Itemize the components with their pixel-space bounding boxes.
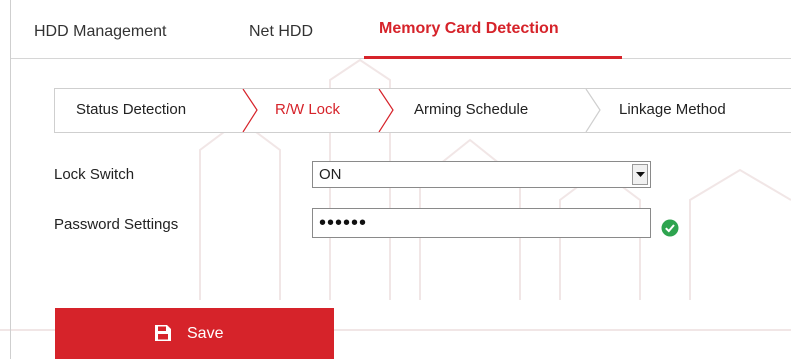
password-field[interactable]: •••••• [312, 208, 651, 238]
subtab-rw-lock[interactable]: R/W Lock [275, 101, 340, 118]
subtab-linkage-method[interactable]: Linkage Method [619, 101, 726, 118]
floppy-disk-icon [155, 325, 171, 341]
tab-net-hdd[interactable]: Net HDD [249, 23, 313, 41]
sub-tab-bar: Status Detection R/W Lock Arming Schedul… [54, 88, 791, 133]
save-button-label: Save [187, 325, 224, 342]
tab-separator [585, 89, 601, 132]
subtab-arming-schedule[interactable]: Arming Schedule [414, 101, 528, 118]
main-tab-bar: HDD Management Net HDD Memory Card Detec… [11, 0, 791, 59]
password-settings-label: Password Settings [54, 216, 179, 233]
lock-switch-select[interactable]: ON [312, 161, 651, 188]
subtab-status-detection[interactable]: Status Detection [76, 101, 186, 118]
password-masked-value: •••••• [319, 212, 368, 234]
tab-separator-active-left [242, 89, 258, 132]
check-circle-icon [661, 219, 679, 237]
settings-panel: HDD Management Net HDD Memory Card Detec… [10, 0, 791, 359]
tab-separator-active-right [378, 89, 394, 132]
active-tab-indicator [364, 56, 622, 59]
save-button[interactable]: Save [55, 308, 334, 359]
lock-switch-label: Lock Switch [54, 166, 135, 183]
tab-hdd-management[interactable]: HDD Management [34, 23, 167, 41]
dropdown-arrow-button[interactable] [632, 164, 648, 185]
chevron-down-icon [636, 172, 645, 177]
tab-memory-card-detection[interactable]: Memory Card Detection [379, 20, 559, 38]
lock-switch-value: ON [319, 166, 342, 183]
